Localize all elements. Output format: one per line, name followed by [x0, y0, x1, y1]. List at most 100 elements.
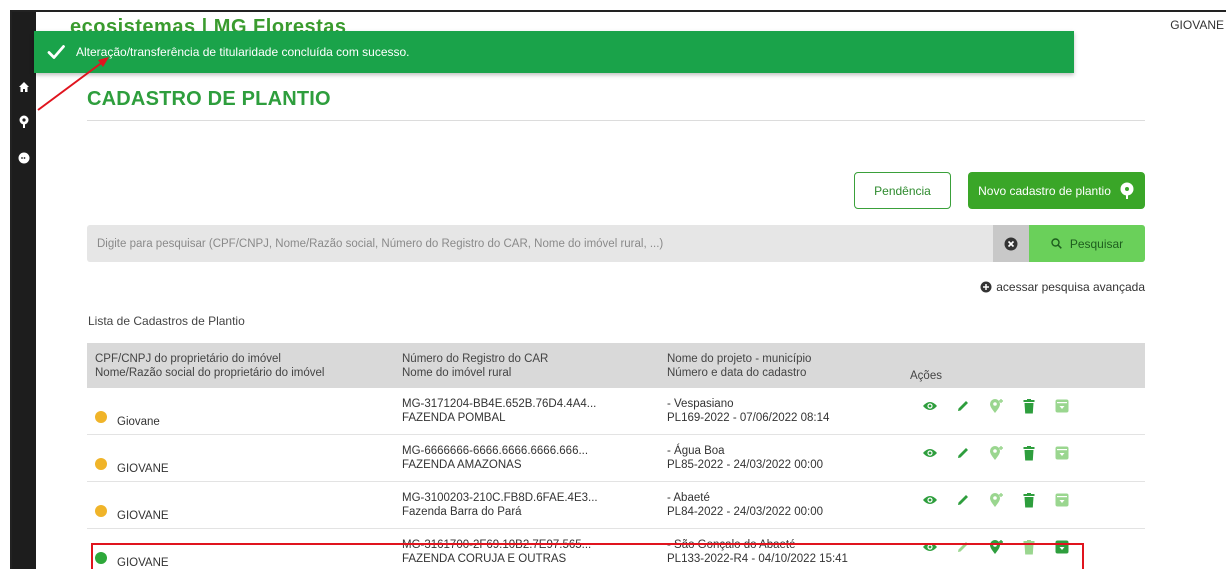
table-header: CPF/CNPJ do proprietário do imóvel Nome/… [87, 343, 1145, 388]
clear-search-button[interactable] [993, 225, 1029, 262]
search-icon [1051, 238, 1062, 249]
status-ok-icon [95, 552, 107, 564]
search-input[interactable] [87, 225, 993, 262]
car-number: MG-3100203-210C.FB8D.6FAE.4E3... [402, 492, 598, 504]
column-header-actions: Ações [910, 370, 942, 382]
delete-icon[interactable] [1021, 398, 1037, 414]
tree-icon[interactable] [15, 112, 33, 130]
car-cell: MG-3100203-210C.FB8D.6FAE.4E3... Fazenda … [402, 491, 598, 519]
column-header-project: Nome do projeto - município Número e dat… [667, 352, 811, 380]
advanced-search-link[interactable]: acessar pesquisa avançada [980, 280, 1145, 294]
table-row: GIOVANE MG-6666666-6666.6666.6666.666... F… [87, 435, 1145, 482]
property-name: Fazenda Barra do Pará [402, 506, 522, 518]
check-icon [47, 45, 65, 59]
column-header-car: Número do Registro do CAR Nome do imóvel… [402, 352, 548, 380]
project-cell: - Vespasiano PL169-2022 - 07/06/2022 08:1… [667, 397, 829, 425]
view-icon[interactable] [922, 492, 938, 508]
edit-icon[interactable] [955, 445, 971, 461]
column-header-line: Nome do imóvel rural [402, 367, 512, 379]
column-header-line: Número do Registro do CAR [402, 353, 549, 365]
record-number: PL85-2022 - 24/03/2022 00:00 [667, 459, 824, 471]
success-toast[interactable]: Alteração/transferência de titularidade … [34, 31, 1074, 73]
owner-name: GIOVANE [117, 463, 169, 475]
user-name[interactable]: GIOVANE [1170, 18, 1224, 32]
edit-icon[interactable] [955, 398, 971, 414]
edit-icon[interactable] [955, 492, 971, 508]
row-actions [922, 539, 1087, 555]
owner-name: GIOVANE [117, 557, 169, 569]
column-header-line: Número e data do cadastro [667, 367, 807, 379]
table-row: Giovane MG-3171204-BB4E.652B.76D4.4A4... F… [87, 388, 1145, 435]
project-cell: - Água Boa PL85-2022 - 24/03/2022 00:00 [667, 444, 823, 472]
add-location-icon[interactable] [988, 398, 1004, 414]
add-location-icon[interactable] [988, 492, 1004, 508]
column-header-line: Nome/Razão social do proprietário do imó… [95, 367, 325, 379]
view-icon[interactable] [922, 539, 938, 555]
page-title: CADASTRO DE PLANTIO [87, 88, 331, 110]
advanced-search-label: acessar pesquisa avançada [996, 280, 1145, 294]
search-button[interactable]: Pesquisar [1029, 225, 1145, 262]
new-planting-label: Novo cadastro de plantio [978, 183, 1111, 198]
project-cell: - Abaeté PL84-2022 - 24/03/2022 00:00 [667, 491, 823, 519]
add-location-icon[interactable] [988, 539, 1004, 555]
municipality: - São Gonçalo do Abaeté [667, 539, 796, 551]
edit-icon[interactable] [955, 539, 971, 555]
car-number: MG-3171204-BB4E.652B.76D4.4A4... [402, 398, 597, 410]
plus-circle-icon [980, 281, 992, 293]
car-cell: MG-3161700-2F69.10B2.7E97.565... FAZENDA … [402, 538, 591, 566]
property-name: FAZENDA CORUJA E OUTRAS [402, 553, 567, 565]
delete-icon[interactable] [1021, 492, 1037, 508]
record-number: PL84-2022 - 24/03/2022 00:00 [667, 506, 824, 518]
archive-icon[interactable] [1054, 398, 1070, 414]
car-cell: MG-6666666-6666.6666.6666.666... FAZENDA … [402, 444, 588, 472]
owner-name: GIOVANE [117, 510, 169, 522]
close-icon [1004, 237, 1018, 250]
column-header-line: Nome do projeto - município [667, 353, 812, 365]
column-header-line: CPF/CNPJ do proprietário do imóvel [95, 353, 281, 365]
table-body: Giovane MG-3171204-BB4E.652B.76D4.4A4... F… [87, 388, 1145, 569]
archive-icon[interactable] [1054, 492, 1070, 508]
column-header-owner: CPF/CNPJ do proprietário do imóvel Nome/… [95, 352, 324, 380]
status-pending-icon [95, 407, 107, 423]
delete-icon[interactable] [1021, 539, 1037, 555]
row-actions [922, 445, 1087, 461]
pendencia-label: Pendência [874, 183, 931, 198]
archive-icon[interactable] [1054, 445, 1070, 461]
property-name: FAZENDA POMBAL [402, 412, 506, 424]
car-cell: MG-3171204-BB4E.652B.76D4.4A4... FAZENDA … [402, 397, 596, 425]
new-planting-button[interactable]: Novo cadastro de plantio [968, 172, 1145, 209]
status-pending-icon [95, 501, 107, 517]
car-number: MG-3161700-2F69.10B2.7E97.565... [402, 539, 592, 551]
project-cell: - São Gonçalo do Abaeté PL133-2022-R4 - 0… [667, 538, 848, 566]
view-icon[interactable] [922, 445, 938, 461]
pendencia-button[interactable]: Pendência [854, 172, 951, 209]
view-icon[interactable] [922, 398, 938, 414]
municipality: - Vespasiano [667, 398, 734, 410]
municipality: - Água Boa [667, 445, 725, 457]
table-row: GIOVANE MG-3100203-210C.FB8D.6FAE.4E3... F… [87, 482, 1145, 529]
search-bar: Pesquisar [87, 225, 1145, 262]
chat-icon[interactable] [15, 149, 33, 167]
property-name: FAZENDA AMAZONAS [402, 459, 522, 471]
owner-name: Giovane [117, 416, 160, 428]
tree-icon [1120, 182, 1134, 199]
toast-message: Alteração/transferência de titularidade … [76, 45, 410, 59]
status-pending-icon [95, 454, 107, 470]
row-actions [922, 398, 1087, 414]
archive-icon[interactable] [1054, 539, 1070, 555]
record-number: PL169-2022 - 07/06/2022 08:14 [667, 412, 830, 424]
title-divider [87, 120, 1145, 121]
sidebar [12, 12, 36, 569]
plantings-table: CPF/CNPJ do proprietário do imóvel Nome/… [87, 343, 1145, 569]
table-row: GIOVANE MG-3161700-2F69.10B2.7E97.565... F… [87, 529, 1145, 569]
list-title: Lista de Cadastros de Plantio [88, 314, 245, 328]
delete-icon[interactable] [1021, 445, 1037, 461]
home-icon[interactable] [15, 78, 33, 96]
search-button-label: Pesquisar [1069, 236, 1124, 251]
municipality: - Abaeté [667, 492, 710, 504]
car-number: MG-6666666-6666.6666.6666.666... [402, 445, 589, 457]
add-location-icon[interactable] [988, 445, 1004, 461]
app-window: ecosistemas | MG Florestas GIOVANE Alter… [10, 10, 1226, 569]
record-number: PL133-2022-R4 - 04/10/2022 15:41 [667, 553, 848, 565]
row-actions [922, 492, 1087, 508]
